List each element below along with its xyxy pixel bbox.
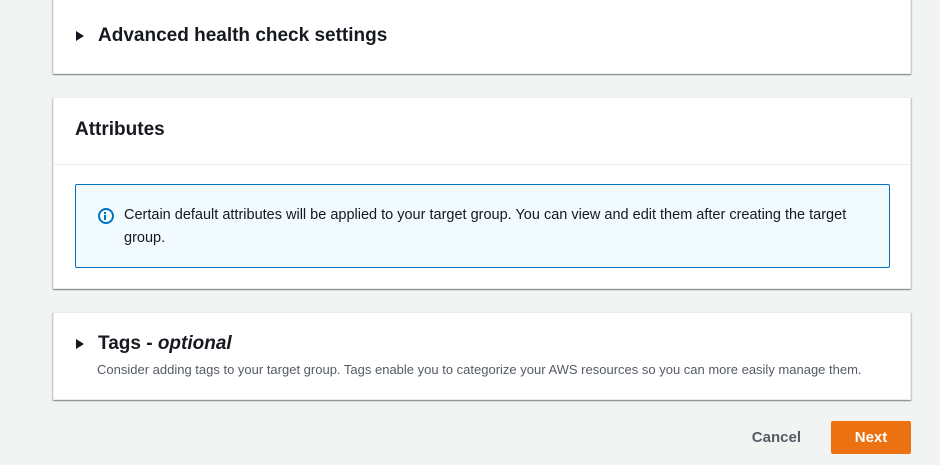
tags-expander[interactable]: Tags - optional — [76, 333, 232, 355]
advanced-health-check-panel: Advanced health check settings — [53, 0, 911, 74]
info-icon — [98, 208, 114, 224]
tags-title: Tags - optional — [98, 333, 232, 355]
advanced-health-check-expander[interactable]: Advanced health check settings — [76, 25, 387, 47]
next-button[interactable]: Next — [831, 421, 911, 454]
tags-description: Consider adding tags to your target grou… — [97, 362, 862, 377]
wizard-footer: Cancel Next — [752, 421, 911, 454]
caret-right-icon — [76, 31, 84, 41]
attributes-title: Attributes — [75, 119, 165, 140]
tags-title-label: Tags - — [98, 333, 158, 354]
caret-right-icon — [76, 339, 84, 349]
cancel-button[interactable]: Cancel — [752, 429, 801, 446]
advanced-health-check-title: Advanced health check settings — [98, 25, 388, 46]
info-alert-text: Certain default attributes will be appli… — [124, 207, 847, 246]
attributes-header: Attributes — [54, 98, 910, 165]
tags-title-optional: optional — [157, 333, 232, 354]
info-alert: Certain default attributes will be appli… — [75, 184, 890, 268]
attributes-panel: Attributes Certain default attributes wi… — [53, 97, 911, 289]
tags-panel: Tags - optional Consider adding tags to … — [53, 312, 911, 400]
